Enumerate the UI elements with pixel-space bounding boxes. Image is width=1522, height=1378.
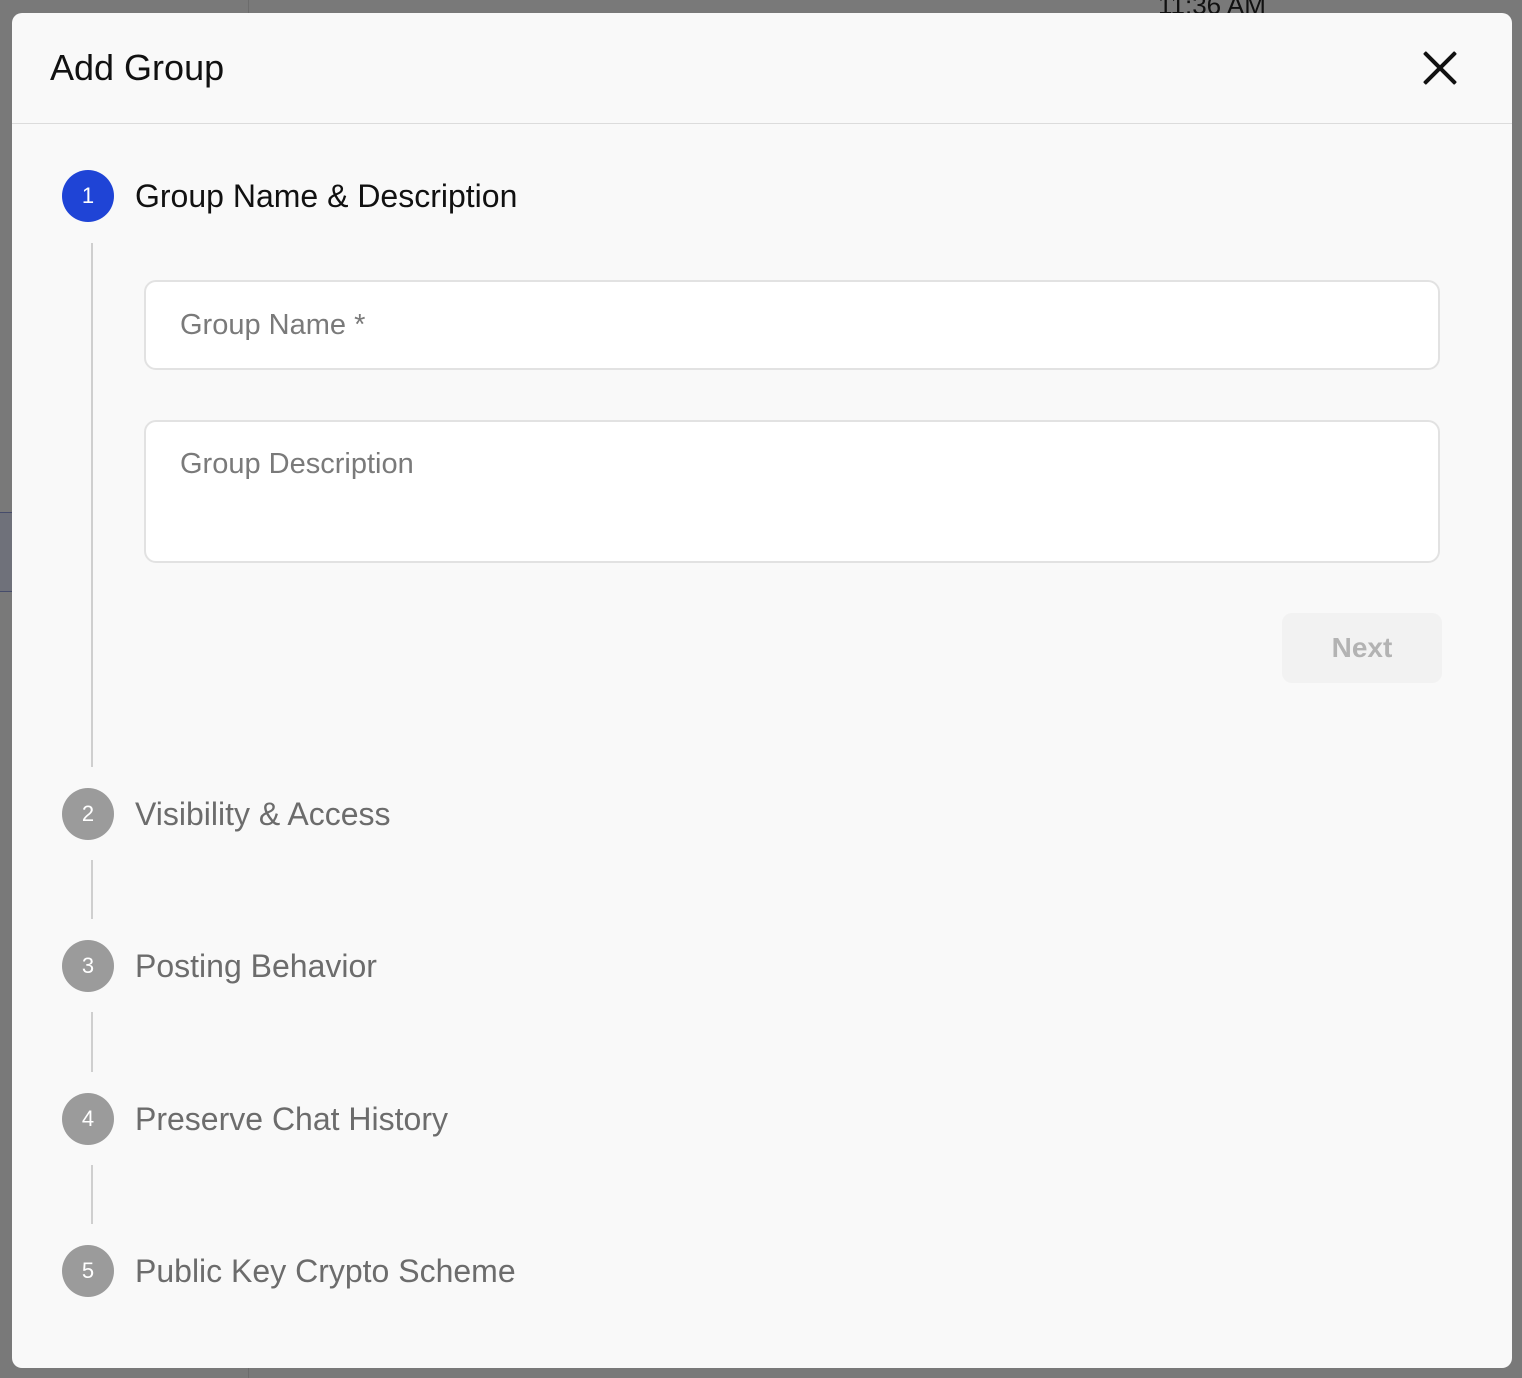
step-2-label: Visibility & Access xyxy=(135,795,391,832)
step-3[interactable]: 3 Posting Behavior xyxy=(62,940,377,992)
group-description-input[interactable] xyxy=(146,422,1438,561)
step-5-label: Public Key Crypto Scheme xyxy=(135,1252,516,1289)
step-connector xyxy=(91,1165,93,1224)
step-1-number: 1 xyxy=(62,170,114,222)
step-2[interactable]: 2 Visibility & Access xyxy=(62,788,391,840)
step-2-number: 2 xyxy=(62,788,114,840)
modal-header: Add Group xyxy=(12,13,1512,124)
group-name-field[interactable] xyxy=(144,280,1440,370)
step-3-number: 3 xyxy=(62,940,114,992)
add-group-modal: Add Group 1 Group Name & Description Nex… xyxy=(12,13,1512,1368)
modal-title: Add Group xyxy=(50,47,225,88)
step-connector xyxy=(91,243,93,767)
step-connector xyxy=(91,1012,93,1072)
step-4-label: Preserve Chat History xyxy=(135,1100,448,1137)
step-5-number: 5 xyxy=(62,1245,114,1297)
step-5[interactable]: 5 Public Key Crypto Scheme xyxy=(62,1245,516,1297)
next-button[interactable]: Next xyxy=(1282,613,1442,683)
step-connector xyxy=(91,860,93,919)
step-3-label: Posting Behavior xyxy=(135,947,377,984)
step-1-label: Group Name & Description xyxy=(135,177,518,214)
step-4-number: 4 xyxy=(62,1093,114,1145)
step-1: 1 Group Name & Description xyxy=(62,170,517,222)
step-4[interactable]: 4 Preserve Chat History xyxy=(62,1093,448,1145)
close-icon[interactable] xyxy=(1420,48,1460,88)
group-description-field[interactable] xyxy=(144,420,1440,563)
group-name-input[interactable] xyxy=(146,282,1438,368)
